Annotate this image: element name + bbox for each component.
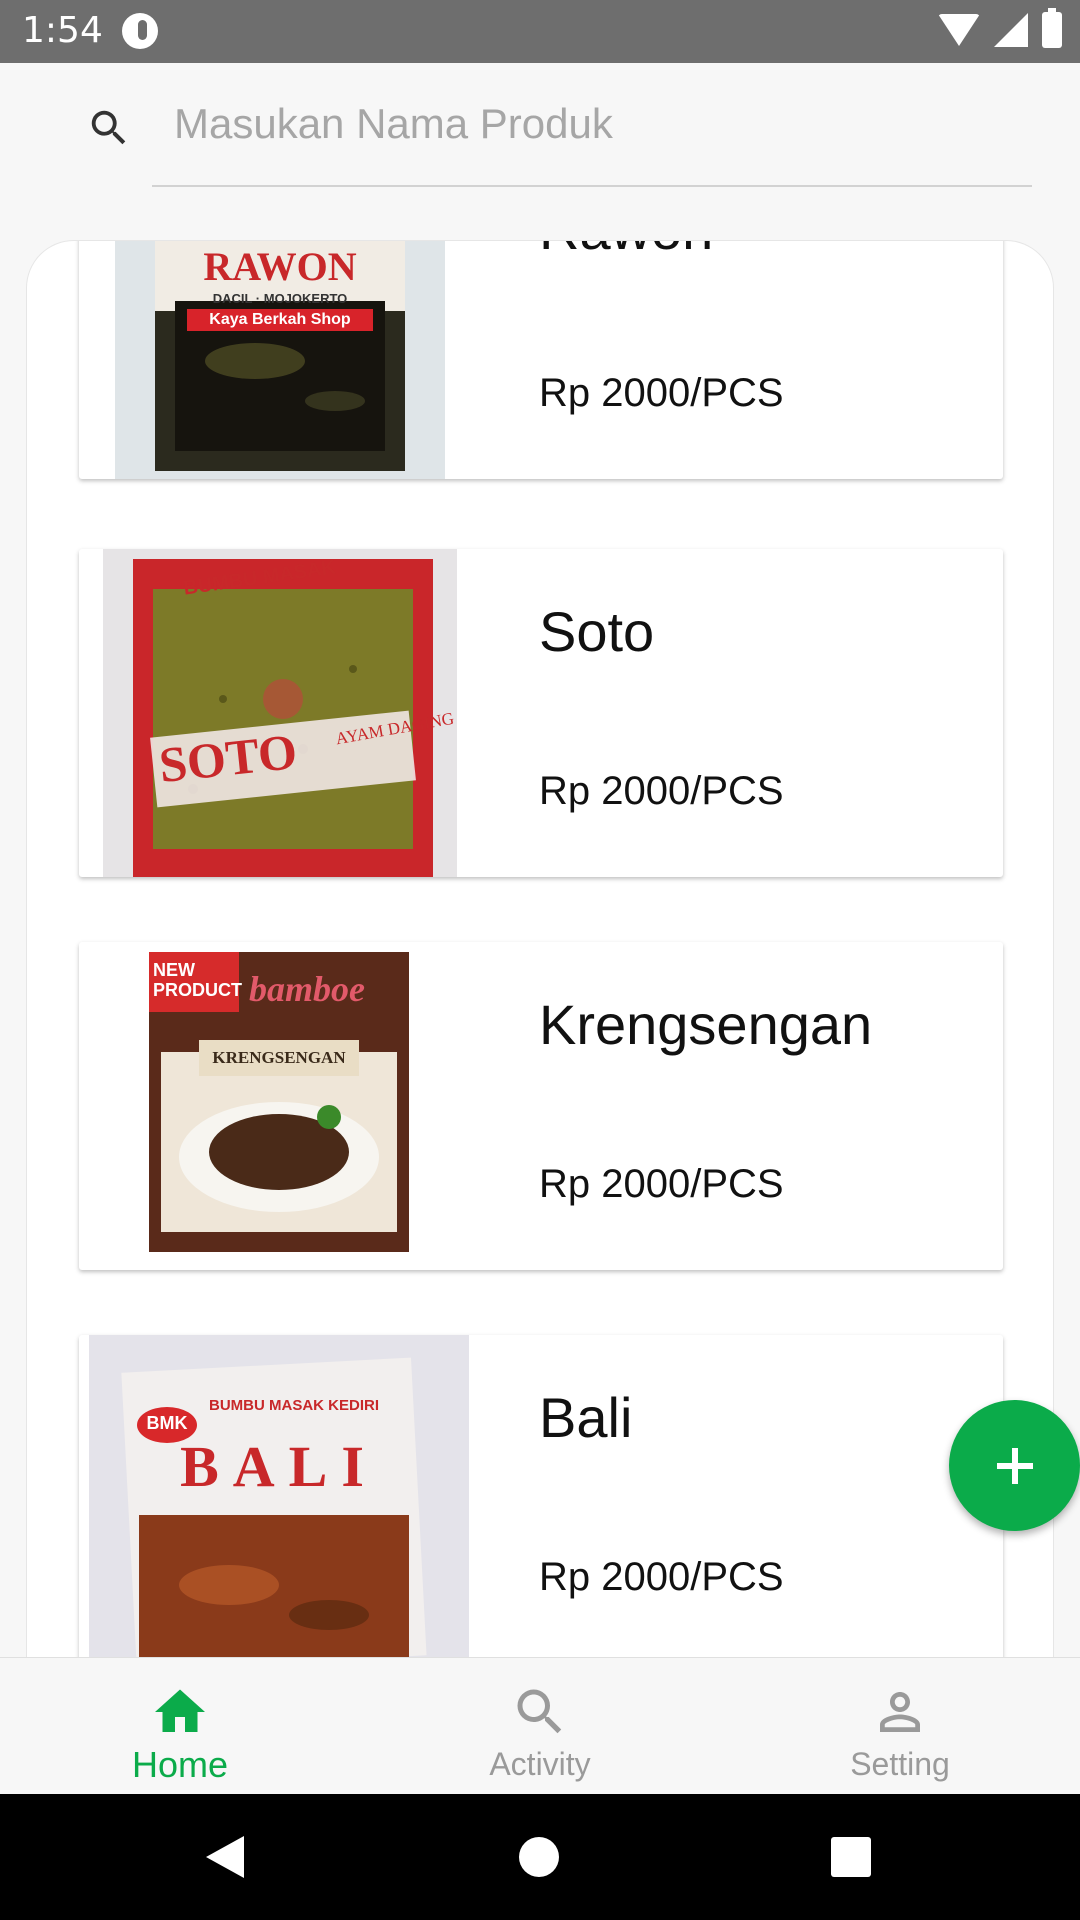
search-underline <box>152 185 1032 187</box>
nav-item-activity[interactable]: Activity <box>360 1658 720 1795</box>
product-image: RAWON DACIL · MOJOKERTO Kaya Berkah Shop <box>115 241 445 479</box>
plus-icon <box>996 1447 1033 1484</box>
image-label: KRENGSENGAN <box>212 1048 346 1067</box>
image-sublabel: DACIL · MOJOKERTO <box>212 291 348 306</box>
image-tag: NEW PRODUCT <box>153 960 242 1000</box>
app-notification-icon <box>122 13 158 49</box>
search-icon <box>517 1689 562 1734</box>
product-card[interactable]: SOTO BUMBU MASAK AYAM DAGING Soto Rp 200… <box>79 549 1003 877</box>
home-icon <box>155 1689 205 1732</box>
nav-label: Activity <box>489 1746 591 1782</box>
image-tag: BMK <box>146 1413 188 1433</box>
product-image: SOTO BUMBU MASAK AYAM DAGING <box>103 549 457 877</box>
product-image: NEW PRODUCT bamboe KRENGSENGAN <box>149 952 409 1260</box>
image-tag: Kaya Berkah Shop <box>187 309 373 331</box>
product-card[interactable]: NEW PRODUCT bamboe KRENGSENGAN Krengseng… <box>79 942 1003 1270</box>
add-product-button[interactable] <box>949 1400 1080 1531</box>
product-name: Krengsengan <box>539 993 873 1056</box>
image-label: RAWON <box>203 244 357 289</box>
product-name: Rawon <box>539 241 713 262</box>
battery-icon <box>1042 8 1062 48</box>
recents-icon[interactable] <box>830 1836 872 1878</box>
nav-label: Home <box>131 1744 229 1785</box>
product-price: Rp 2000/PCS <box>539 1555 784 1599</box>
soto-package-illustration <box>103 549 457 877</box>
nav-item-home[interactable]: Home <box>0 1658 360 1795</box>
product-list[interactable]: RAWON DACIL · MOJOKERTO Kaya Berkah Shop… <box>26 240 1054 1660</box>
product-card[interactable]: BMK BUMBU MASAK KEDIRI BALI Bali Rp 2000… <box>79 1335 1003 1660</box>
image-sublabel: bamboe <box>249 969 365 1009</box>
product-card[interactable]: RAWON DACIL · MOJOKERTO Kaya Berkah Shop… <box>79 241 1003 479</box>
image-label: BALI <box>180 1434 378 1499</box>
cell-signal-icon <box>994 13 1028 47</box>
nav-item-setting[interactable]: Setting <box>720 1658 1080 1795</box>
person-icon <box>880 1692 920 1732</box>
search-bar <box>0 63 1080 223</box>
product-price: Rp 2000/PCS <box>539 769 784 813</box>
product-price: Rp 2000/PCS <box>539 1162 784 1206</box>
status-time: 1:54 <box>22 10 103 51</box>
product-image: BMK BUMBU MASAK KEDIRI BALI <box>89 1335 469 1660</box>
product-name: Soto <box>539 600 655 663</box>
product-price: Rp 2000/PCS <box>539 371 784 415</box>
product-name: Bali <box>539 1386 633 1449</box>
status-bar: 1:54 <box>0 0 1080 63</box>
wifi-icon <box>938 14 980 46</box>
system-navigation-bar <box>0 1794 1080 1920</box>
search-input[interactable] <box>152 91 1032 157</box>
nav-label: Setting <box>850 1746 950 1782</box>
image-sublabel: BUMBU MASAK KEDIRI <box>209 1397 379 1414</box>
bottom-navigation: Home Activity Setting <box>0 1657 1080 1794</box>
home-circle-icon[interactable] <box>518 1836 560 1878</box>
status-icons <box>938 8 1062 48</box>
search-icon <box>91 110 126 145</box>
back-icon[interactable] <box>204 1834 246 1880</box>
